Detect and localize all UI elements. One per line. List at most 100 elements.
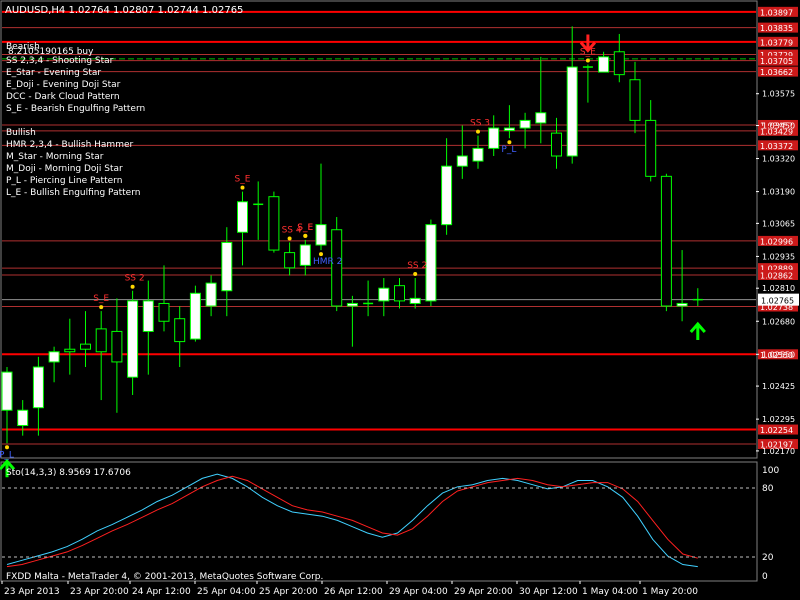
pattern-dot — [507, 140, 512, 145]
pattern-label: S_E — [93, 294, 109, 304]
level-price-label: 1.02254 — [760, 426, 793, 435]
candle-body — [676, 302, 688, 307]
candle-body — [456, 155, 468, 167]
time-label: 25 Apr 20:00 — [259, 587, 318, 597]
pattern-label: SS 3 — [470, 119, 490, 129]
candle-body — [284, 252, 296, 269]
pattern-label: HMR 2 — [313, 257, 342, 267]
pattern-label: S_E — [297, 223, 313, 233]
pattern-label: S_E — [235, 175, 251, 185]
candle-body — [598, 56, 610, 73]
candle-body — [645, 119, 657, 177]
candle-body — [189, 292, 201, 340]
pattern-label: SS 2 — [125, 274, 145, 284]
current-price-label: 1.02765 — [761, 297, 794, 306]
time-label: 1 May 04:00 — [582, 587, 638, 597]
candle-body — [551, 132, 562, 157]
legend-bearish-item: E_Doji - Evening Doji Star — [6, 80, 121, 90]
candle-body — [48, 351, 60, 363]
pattern-label: P_L — [501, 145, 516, 155]
candle-body — [64, 348, 76, 353]
candle-body — [425, 224, 437, 302]
price-tick-label: 1.03320 — [762, 155, 795, 164]
level-price-label: 1.03372 — [760, 142, 793, 151]
legend-bullish-header: Bullish — [6, 128, 36, 138]
level-price-label: 1.03705 — [760, 57, 793, 66]
candle-body — [127, 300, 139, 378]
pattern-label: P_L — [0, 450, 14, 460]
candle-body — [472, 147, 484, 162]
candle-body — [221, 241, 233, 292]
level-price-label: 1.02862 — [760, 271, 793, 280]
time-label: 24 Apr 12:00 — [132, 587, 191, 597]
broker-footer: FXDD Malta - MetaTrader 4, © 2001-2013, … — [6, 572, 323, 582]
time-label: 29 Apr 04:00 — [389, 587, 448, 597]
candle-body — [205, 282, 217, 307]
stoch-label-100: 100 — [762, 466, 779, 476]
price-tick-label: 1.02295 — [762, 415, 795, 424]
candle — [268, 191, 280, 253]
candle-body — [80, 343, 91, 350]
legend-bullish-item: P_L - Piercing Line Pattern — [6, 176, 122, 186]
candle-body — [378, 287, 390, 302]
candle-body — [237, 201, 248, 233]
stochastic-title: Sto(14,3,3) 8.9569 17.6706 — [6, 468, 131, 478]
candle-body — [315, 224, 327, 246]
candle-body — [566, 66, 578, 157]
pattern-dot — [476, 129, 480, 134]
price-tick-label: 1.03575 — [762, 90, 795, 99]
time-label: 26 Apr 12:00 — [324, 587, 383, 597]
price-tick-label: 1.03450 — [762, 121, 795, 130]
legend-bullish-item: M_Doji - Morning Doji Star — [6, 164, 123, 174]
pattern-dot — [303, 233, 308, 238]
candle-body — [331, 229, 343, 307]
stoch-label-20: 20 — [762, 553, 774, 563]
price-tick-label: 1.03065 — [762, 219, 795, 228]
candle-body — [174, 318, 186, 343]
level-price-label: 1.03662 — [760, 68, 793, 77]
candle-body — [629, 79, 641, 121]
stoch-label-0: 0 — [762, 572, 768, 582]
candle — [189, 285, 201, 342]
candle-body — [299, 244, 311, 266]
candle-body — [111, 330, 123, 363]
pattern-dot — [413, 272, 418, 277]
candle-body — [535, 112, 547, 124]
level-price-label: 1.03897 — [760, 8, 793, 17]
level-price-label: 1.02996 — [760, 237, 793, 246]
price-tick-label: 1.02810 — [762, 284, 795, 293]
legend-bearish-item: S_E - Bearish Engulfing Pattern — [6, 104, 145, 114]
pattern-dot — [319, 252, 323, 257]
candle-body — [1, 371, 13, 411]
price-tick-label: 1.03190 — [762, 188, 795, 197]
legend-bullish-item: M_Star - Morning Star — [6, 152, 104, 162]
candle-body — [660, 175, 672, 307]
candle-body — [142, 300, 154, 332]
price-tick-label: 1.02935 — [762, 252, 795, 261]
metatrader-chart[interactable]: 1.038971.038351.037791.037291.037051.036… — [0, 0, 800, 600]
time-label: 23 Apr 20:00 — [70, 587, 129, 597]
price-tick-label: 1.02550 — [762, 350, 795, 359]
pattern-label: SS 2 — [407, 261, 427, 271]
candle-body — [488, 127, 500, 149]
price-tick-label: 1.02680 — [762, 317, 795, 326]
pattern-dot — [99, 305, 104, 310]
pattern-dot — [585, 58, 590, 63]
time-label: 25 Apr 04:00 — [197, 587, 256, 597]
candle-body — [268, 196, 280, 251]
legend-bearish-item: DCC - Dark Cloud Pattern — [6, 92, 120, 102]
pattern-dot — [240, 185, 245, 190]
candle-body — [409, 297, 421, 304]
legend-bearish-item: SS 2,3,4 - Shooting Star — [6, 56, 114, 66]
candle-body — [158, 302, 170, 322]
candle-body — [441, 165, 453, 226]
time-label: 29 Apr 20:00 — [454, 587, 513, 597]
level-price-label: 1.03779 — [760, 38, 793, 47]
candle-body — [394, 285, 405, 302]
price-tick-label: 1.02170 — [762, 447, 795, 456]
level-price-label: 1.03835 — [760, 24, 793, 33]
pattern-dot — [287, 236, 292, 241]
pattern-dot — [130, 284, 135, 289]
candle — [660, 173, 672, 312]
time-label: 1 May 20:00 — [642, 587, 698, 597]
